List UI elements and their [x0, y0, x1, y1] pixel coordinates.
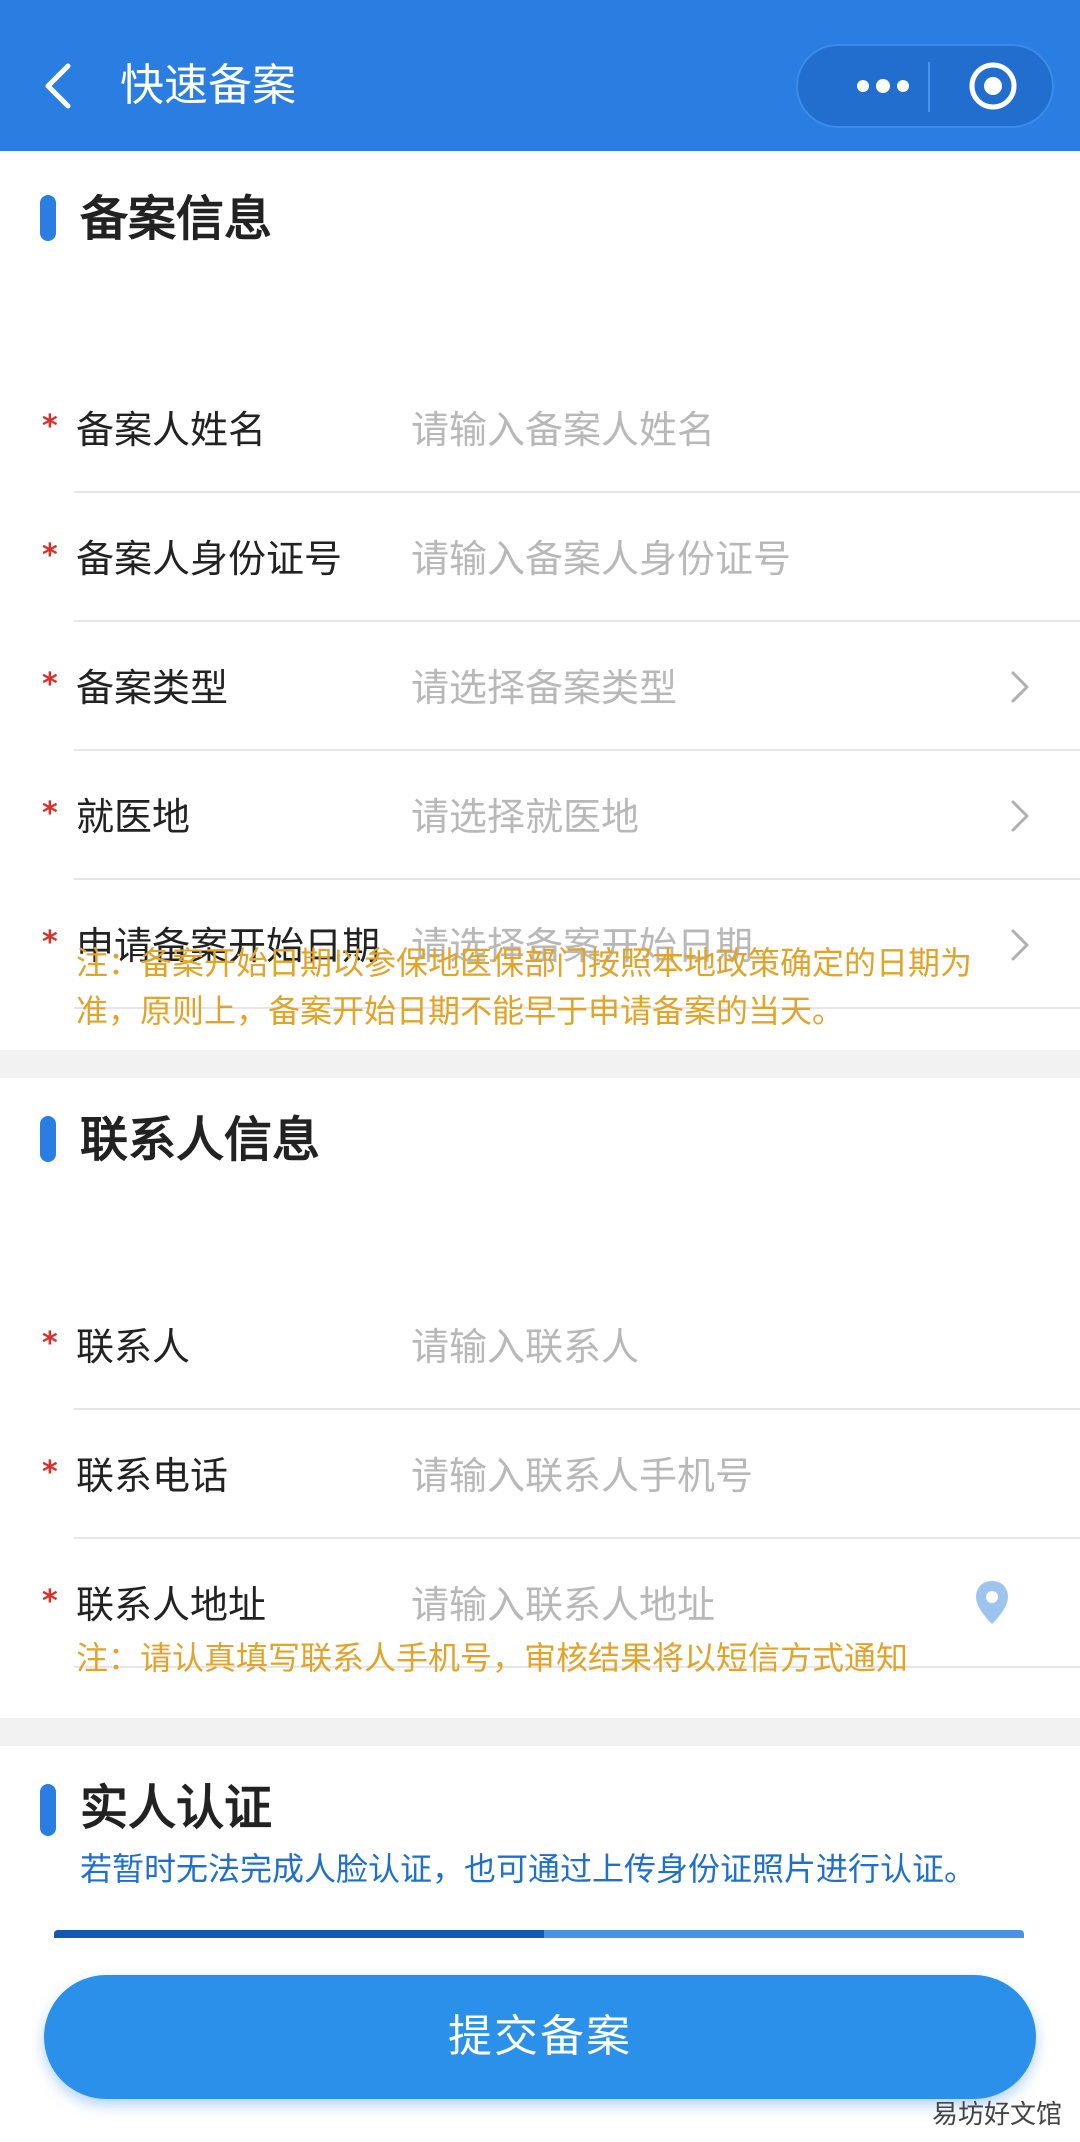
required-mark: * — [42, 409, 58, 444]
divider — [74, 620, 1080, 622]
contact-phone-note: 注：请认真填写联系人手机号，审核结果将以短信方式通知 — [76, 1639, 909, 1677]
section-title: 联系人信息 — [80, 1112, 321, 1168]
field-label: 联系电话 — [76, 1454, 229, 1498]
verification-hint: 若暂时无法完成人脸认证，也可通过上传身份证照片进行认证。 — [80, 1850, 977, 1888]
capsule-divider — [928, 62, 930, 112]
location-pin-icon[interactable] — [972, 1578, 1012, 1628]
contact-address-input[interactable]: 请输入联系人地址 — [411, 1580, 715, 1630]
mini-program-capsule — [796, 44, 1054, 128]
contact-name-input[interactable]: 请输入联系人 — [411, 1322, 639, 1372]
field-label: 备案人身份证号 — [76, 537, 343, 581]
applicant-id-field[interactable]: * 备案人身份证号 请输入备案人身份证号 — [0, 494, 1080, 622]
back-icon[interactable] — [38, 58, 82, 114]
divider — [74, 1408, 1080, 1410]
section-title: 备案信息 — [80, 191, 273, 247]
field-label: 联系人地址 — [76, 1583, 267, 1627]
applicant-name-field[interactable]: * 备案人姓名 请输入备案人姓名 — [0, 365, 1080, 493]
divider — [74, 491, 1080, 493]
section-title: 实人认证 — [80, 1780, 273, 1836]
required-mark: * — [42, 1584, 58, 1619]
required-mark: * — [42, 667, 58, 702]
note-line: 准，原则上，备案开始日期不能早于申请备案的当天。 — [76, 992, 845, 1030]
section-accent-bar — [40, 1784, 56, 1836]
page-title: 快速备案 — [120, 60, 296, 111]
filing-info-section: 备案信息 * 备案人姓名 请输入备案人姓名 * 备案人身份证号 请输入备案人身份… — [0, 151, 1080, 1050]
section-accent-bar — [40, 195, 56, 241]
filing-date-note: 注：备案开始日期以参保地医保部门按照本地政策确定的日期为 准，原则上，备案开始日… — [76, 939, 1036, 1035]
field-label: 备案人姓名 — [76, 408, 267, 452]
required-mark: * — [42, 925, 58, 960]
contact-phone-input[interactable]: 请输入联系人手机号 — [411, 1451, 753, 1501]
required-mark: * — [42, 538, 58, 573]
divider — [74, 878, 1080, 880]
contact-info-section: 联系人信息 * 联系人 请输入联系人 * 联系电话 请输入联系人手机号 * 联系… — [0, 1078, 1080, 1718]
required-mark: * — [42, 796, 58, 831]
top-navigation-bar: 快速备案 — [0, 0, 1080, 151]
contact-phone-field[interactable]: * 联系电话 请输入联系人手机号 — [0, 1411, 1080, 1539]
note-line: 注：备案开始日期以参保地医保部门按照本地政策确定的日期为 — [76, 944, 973, 982]
chevron-right-icon — [1005, 667, 1035, 707]
field-label: 备案类型 — [76, 666, 229, 710]
contact-name-field[interactable]: * 联系人 请输入联系人 — [0, 1282, 1080, 1410]
watermark: 易坊好文馆 — [932, 2100, 1063, 2130]
submit-filing-button[interactable]: 提交备案 — [44, 1975, 1036, 2099]
required-mark: * — [42, 1455, 58, 1490]
close-miniprogram-icon[interactable] — [963, 46, 1043, 126]
divider — [74, 1537, 1080, 1539]
section-accent-bar — [40, 1116, 56, 1162]
divider — [74, 749, 1080, 751]
field-label: 就医地 — [76, 795, 191, 839]
treatment-location-field[interactable]: * 就医地 请选择就医地 — [0, 752, 1080, 880]
more-icon[interactable] — [828, 46, 938, 126]
chevron-right-icon — [1005, 796, 1035, 836]
field-label: 联系人 — [76, 1325, 191, 1369]
filing-type-select[interactable]: 请选择备案类型 — [411, 663, 677, 713]
submit-button-label: 提交备案 — [448, 2011, 632, 2062]
treatment-location-select[interactable]: 请选择就医地 — [411, 792, 639, 842]
filing-type-field[interactable]: * 备案类型 请选择备案类型 — [0, 623, 1080, 751]
applicant-id-input[interactable]: 请输入备案人身份证号 — [411, 534, 791, 584]
verification-tab-active[interactable] — [54, 1930, 544, 1938]
required-mark: * — [42, 1326, 58, 1361]
applicant-name-input[interactable]: 请输入备案人姓名 — [411, 405, 715, 455]
